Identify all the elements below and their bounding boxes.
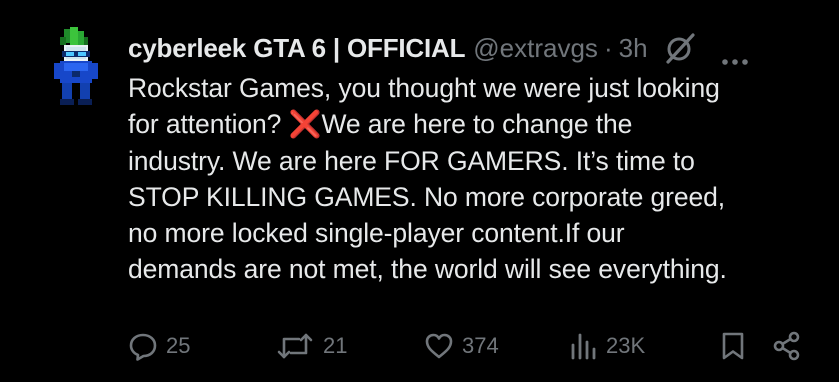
repost-button[interactable]: 21 (275, 328, 347, 364)
heart-icon (425, 333, 453, 359)
views-icon (571, 333, 596, 360)
share-icon (773, 331, 800, 361)
cross-emoji-icon: ❌ (288, 109, 322, 140)
bookmark-button[interactable] (718, 328, 748, 364)
tweet-text-segment: for attention? (128, 109, 282, 140)
tweet-text-segment: We are here to change the (321, 109, 633, 140)
tweet-header: cyberleek GTA 6 | OFFICIAL @extravgs · 3… (128, 30, 817, 66)
tweet-text-line: demands are not met, the world will see … (128, 254, 727, 285)
tweet-text-line: for attention? ❌We are here to change th… (128, 106, 828, 142)
tweet-card: cyberleek GTA 6 | OFFICIAL @extravgs · 3… (2, 2, 837, 380)
leek-character-avatar-icon (54, 27, 98, 105)
tweet-text-line: STOP KILLING GAMES. No more corporate gr… (128, 181, 726, 212)
timestamp[interactable]: 3h (619, 33, 648, 64)
separator-dot: · (603, 32, 613, 63)
grok-icon[interactable] (664, 32, 696, 64)
display-name[interactable]: cyberleek GTA 6 | OFFICIAL (128, 33, 465, 64)
share-button[interactable] (772, 328, 802, 364)
like-count: 374 (462, 333, 499, 358)
reply-count: 25 (166, 333, 191, 358)
view-count: 23K (606, 333, 646, 358)
tweet-text: Rockstar Games, you thought we were just… (128, 70, 828, 288)
tweet-text-line: Rockstar Games, you thought we were just… (128, 73, 720, 103)
reply-icon (129, 333, 157, 361)
tweet-text-line: no more locked single-player content.If … (128, 218, 625, 249)
like-button[interactable]: 374 (424, 328, 499, 364)
repost-count: 21 (323, 333, 348, 358)
avatar[interactable] (42, 27, 108, 107)
user-handle[interactable]: @extravgs (473, 33, 598, 64)
action-bar: 25 21 374 23K (128, 328, 818, 364)
views-button[interactable]: 23K (568, 328, 645, 364)
bookmark-icon (722, 332, 744, 360)
tweet-text-line: industry. We are here FOR GAMERS. It’s t… (128, 145, 695, 176)
more-icon[interactable] (720, 43, 750, 65)
reply-button[interactable]: 25 (128, 328, 190, 364)
repost-icon (277, 333, 313, 359)
